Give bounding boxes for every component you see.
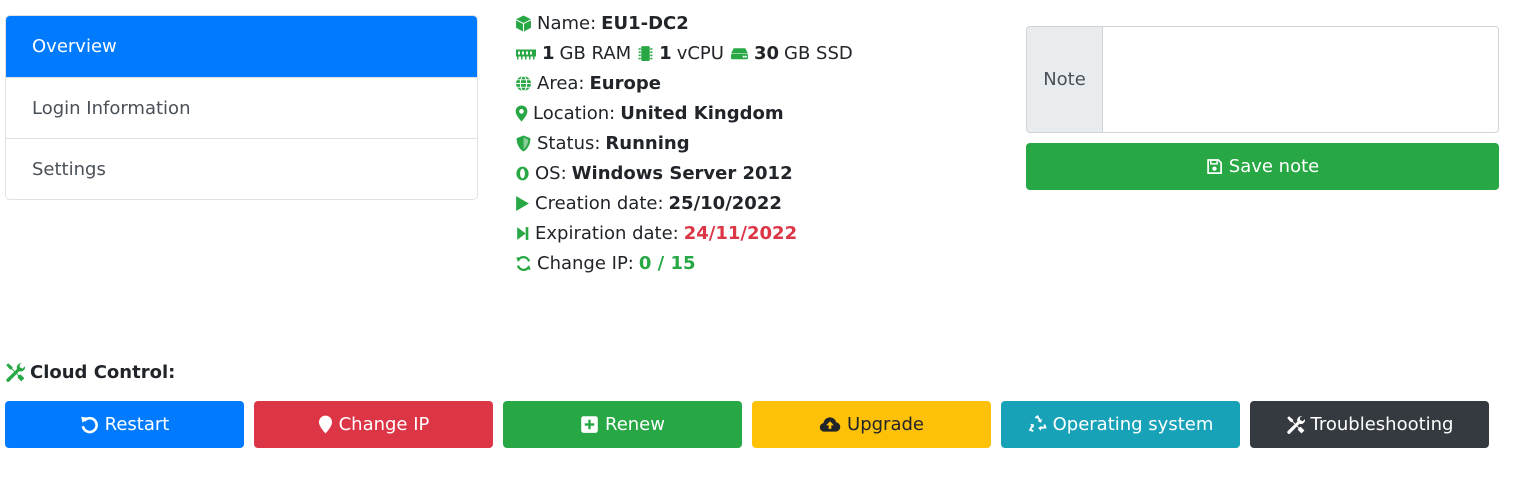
recycle-icon xyxy=(1028,415,1047,432)
ram-value: 1 xyxy=(542,42,555,64)
server-info: Name: EU1-DC2 1 GB RAM 1 vCPU 30 GB SSD … xyxy=(515,8,859,278)
note-textarea[interactable] xyxy=(1102,26,1499,133)
sync-icon xyxy=(515,255,532,272)
globe-icon xyxy=(515,75,532,92)
info-status-value: Running xyxy=(605,132,690,154)
cloud-control-title: Cloud Control: xyxy=(5,360,175,384)
restart-button[interactable]: Restart xyxy=(5,401,244,448)
info-area-label: Area: xyxy=(537,72,585,94)
cloud-control-buttons: Restart Change IP Renew Upgrade Operatin… xyxy=(5,401,1489,448)
operating-system-button[interactable]: Operating system xyxy=(1001,401,1240,448)
info-expiration-value: 24/11/2022 xyxy=(683,222,798,244)
cpu-value: 1 xyxy=(659,42,672,64)
info-creation-label: Creation date: xyxy=(535,192,664,214)
cpu-unit: vCPU xyxy=(676,42,724,64)
info-os-value: Windows Server 2012 xyxy=(571,162,793,184)
info-creation-value: 25/10/2022 xyxy=(668,192,782,214)
opera-icon xyxy=(515,165,530,182)
nav-item-overview[interactable]: Overview xyxy=(6,16,477,77)
tools-icon xyxy=(1286,416,1305,434)
plus-square-icon xyxy=(581,416,598,433)
renew-label: Renew xyxy=(605,414,665,435)
memory-icon xyxy=(515,45,537,62)
save-icon xyxy=(1207,159,1222,174)
info-name-value: EU1-DC2 xyxy=(601,12,689,34)
info-area-value: Europe xyxy=(589,72,661,94)
note-group: Note xyxy=(1026,26,1499,133)
info-change-ip-value: 0 / 15 xyxy=(638,252,696,274)
hdd-icon xyxy=(730,45,749,62)
map-marker-icon xyxy=(515,105,528,122)
nav-item-login-information[interactable]: Login Information xyxy=(6,77,477,138)
cloud-upload-icon xyxy=(819,417,841,432)
sidebar-nav: Overview Login Information Settings xyxy=(5,15,478,200)
info-expiration-label: Expiration date: xyxy=(535,222,679,244)
save-note-button[interactable]: Save note xyxy=(1026,143,1499,190)
ssd-value: 30 xyxy=(753,42,780,64)
info-name: Name: EU1-DC2 xyxy=(515,8,859,38)
info-expiration: Expiration date: 24/11/2022 xyxy=(515,218,859,248)
info-os-label: OS: xyxy=(535,162,567,184)
operating-system-label: Operating system xyxy=(1052,414,1214,435)
note-label: Note xyxy=(1026,26,1102,133)
troubleshooting-label: Troubleshooting xyxy=(1310,414,1454,435)
map-pin-icon xyxy=(318,415,332,434)
info-status-label: Status: xyxy=(537,132,601,154)
step-forward-icon xyxy=(515,225,530,242)
microchip-icon xyxy=(637,45,654,62)
info-location: Location: United Kingdom xyxy=(515,98,859,128)
change-ip-label: Change IP xyxy=(338,414,430,435)
cube-icon xyxy=(515,15,532,32)
ram-unit: GB RAM xyxy=(559,42,632,64)
save-note-label: Save note xyxy=(1228,156,1320,177)
renew-button[interactable]: Renew xyxy=(503,401,742,448)
info-area: Area: Europe xyxy=(515,68,859,98)
upgrade-label: Upgrade xyxy=(847,414,924,435)
info-creation: Creation date: 25/10/2022 xyxy=(515,188,859,218)
info-location-value: United Kingdom xyxy=(620,102,784,124)
cloud-control-label: Cloud Control: xyxy=(30,361,176,383)
ssd-unit: GB SSD xyxy=(784,42,853,64)
play-icon xyxy=(515,195,530,212)
info-change-ip-label: Change IP: xyxy=(537,252,634,274)
tools-icon xyxy=(6,363,25,382)
info-specs: 1 GB RAM 1 vCPU 30 GB SSD xyxy=(515,38,859,68)
restart-label: Restart xyxy=(104,414,170,435)
undo-icon xyxy=(80,416,98,434)
troubleshooting-button[interactable]: Troubleshooting xyxy=(1250,401,1489,448)
info-location-label: Location: xyxy=(533,102,616,124)
shield-icon xyxy=(515,135,532,152)
nav-item-settings[interactable]: Settings xyxy=(6,138,477,199)
upgrade-button[interactable]: Upgrade xyxy=(752,401,991,448)
info-os: OS: Windows Server 2012 xyxy=(515,158,859,188)
info-name-label: Name: xyxy=(537,12,597,34)
info-change-ip: Change IP: 0 / 15 xyxy=(515,248,859,278)
info-status: Status: Running xyxy=(515,128,859,158)
change-ip-button[interactable]: Change IP xyxy=(254,401,493,448)
